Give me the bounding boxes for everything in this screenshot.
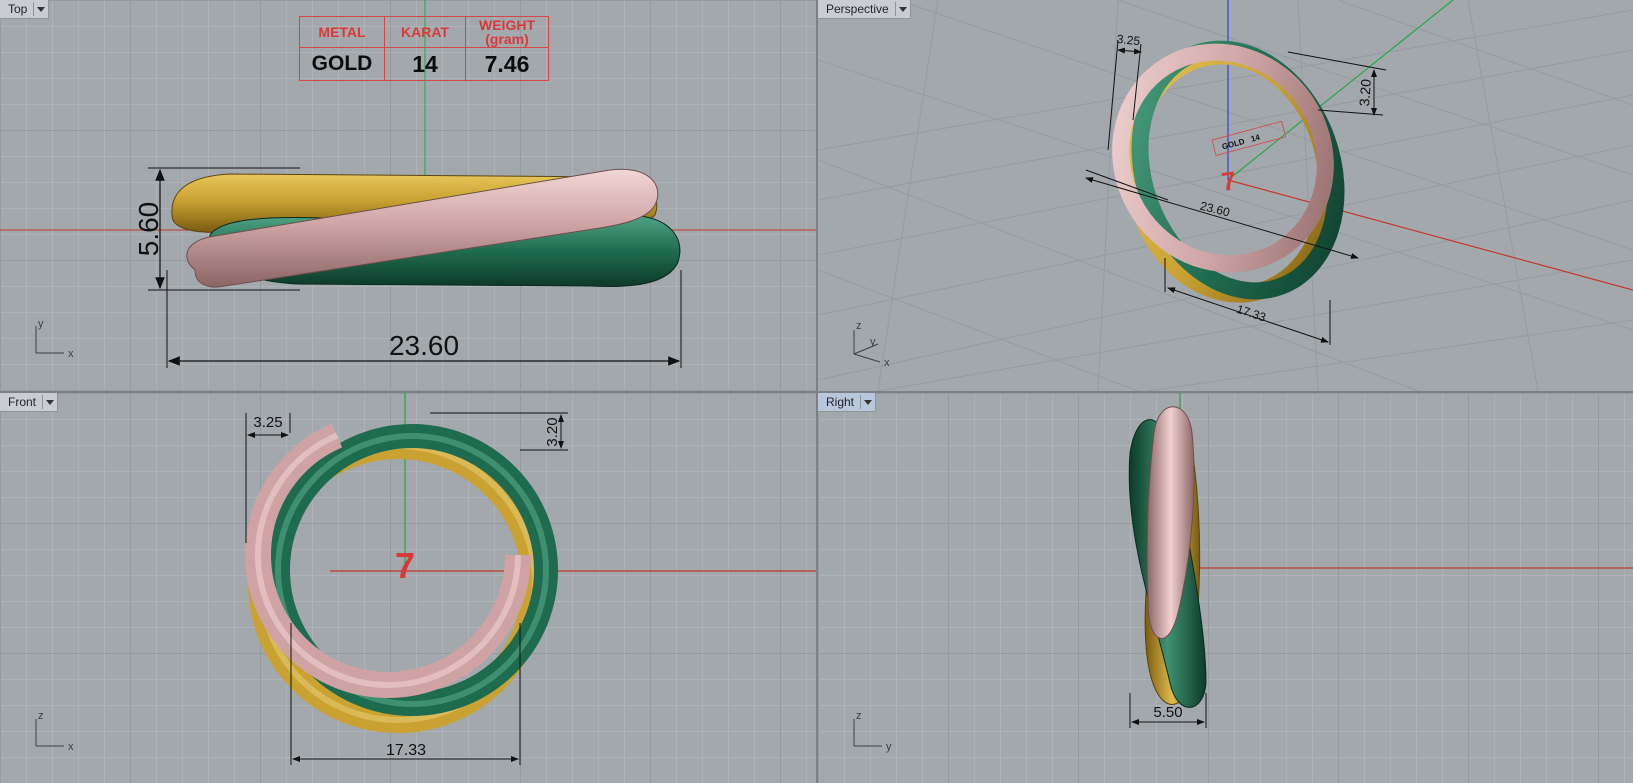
- chevron-down-icon[interactable]: [42, 395, 55, 409]
- svg-text:z: z: [856, 710, 862, 722]
- front-scene: 7 3.25 3.20 17.33 z x: [35, 393, 816, 765]
- axis-triad-icon: z y: [853, 710, 892, 753]
- metal-header: METAL: [299, 16, 385, 48]
- top-height-label: 5.60: [133, 202, 164, 257]
- axis-triad-icon: z x: [35, 710, 74, 753]
- chevron-down-icon[interactable]: [33, 2, 46, 16]
- perspective-viewport[interactable]: GOLD 14 7 3.25 3.20 23.60 17.33 z y x Pe: [818, 0, 1633, 391]
- front-ring-size: 7: [395, 545, 415, 586]
- viewport-tab-right[interactable]: Right: [818, 393, 877, 412]
- right-width-label: 5.50: [1153, 704, 1182, 721]
- persp-ring-size: 7: [1219, 165, 1238, 197]
- weight-value: 7.46: [465, 47, 549, 81]
- metal-value: GOLD: [299, 47, 385, 81]
- svg-text:x: x: [68, 348, 74, 360]
- right-viewport[interactable]: Right 5.50 z y: [818, 393, 1633, 783]
- viewport-tab-top[interactable]: Top: [0, 0, 50, 19]
- weight-header: WEIGHT (gram): [465, 16, 549, 48]
- viewport-title: Top: [8, 2, 28, 16]
- persp-inner-label: 17.33: [1235, 302, 1268, 325]
- axis-triad-icon: z y x: [853, 320, 890, 369]
- viewport-tab-front[interactable]: Front: [0, 393, 59, 412]
- front-thickness-label: 3.20: [544, 417, 561, 446]
- front-inner-label: 17.33: [386, 742, 426, 759]
- svg-text:z: z: [856, 320, 862, 332]
- axis-triad-icon: y x: [35, 318, 74, 360]
- viewport-title: Right: [826, 395, 855, 409]
- svg-text:y: y: [38, 318, 44, 330]
- right-scene: 5.50 z y: [853, 393, 1633, 753]
- mini-info-table: GOLD 14: [1211, 120, 1287, 156]
- svg-text:y: y: [886, 741, 892, 753]
- viewport-title: Perspective: [826, 2, 889, 16]
- karat-value: 14: [384, 47, 466, 81]
- karat-header: KARAT: [384, 16, 466, 48]
- front-band-label: 3.25: [253, 414, 282, 431]
- weight-unit-label: (gram): [485, 31, 529, 47]
- persp-thickness-label: 3.20: [1356, 78, 1374, 107]
- perspective-scene: GOLD 14 7 3.25 3.20 23.60 17.33 z y x: [818, 0, 1633, 391]
- top-width-label: 23.60: [389, 330, 459, 361]
- persp-band-label: 3.25: [1116, 32, 1141, 48]
- viewport-tab-perspective[interactable]: Perspective: [818, 0, 911, 19]
- svg-text:z: z: [38, 710, 44, 722]
- front-viewport[interactable]: Front 7 3.25 3.20 17.33 z x: [0, 393, 816, 783]
- chevron-down-icon[interactable]: [894, 2, 908, 16]
- chevron-down-icon[interactable]: [860, 395, 873, 409]
- svg-text:y: y: [870, 336, 876, 348]
- top-viewport[interactable]: Top METAL KARAT WEIGHT (gram) GOLD 14 7.…: [0, 0, 816, 391]
- y-axis-line: [1227, 0, 1454, 181]
- svg-text:x: x: [884, 357, 890, 369]
- material-info-table: METAL KARAT WEIGHT (gram) GOLD 14 7.46: [299, 16, 549, 81]
- svg-text:x: x: [68, 741, 74, 753]
- svg-text:14: 14: [1250, 133, 1261, 144]
- viewport-title: Front: [8, 395, 37, 409]
- svg-text:GOLD: GOLD: [1221, 137, 1246, 152]
